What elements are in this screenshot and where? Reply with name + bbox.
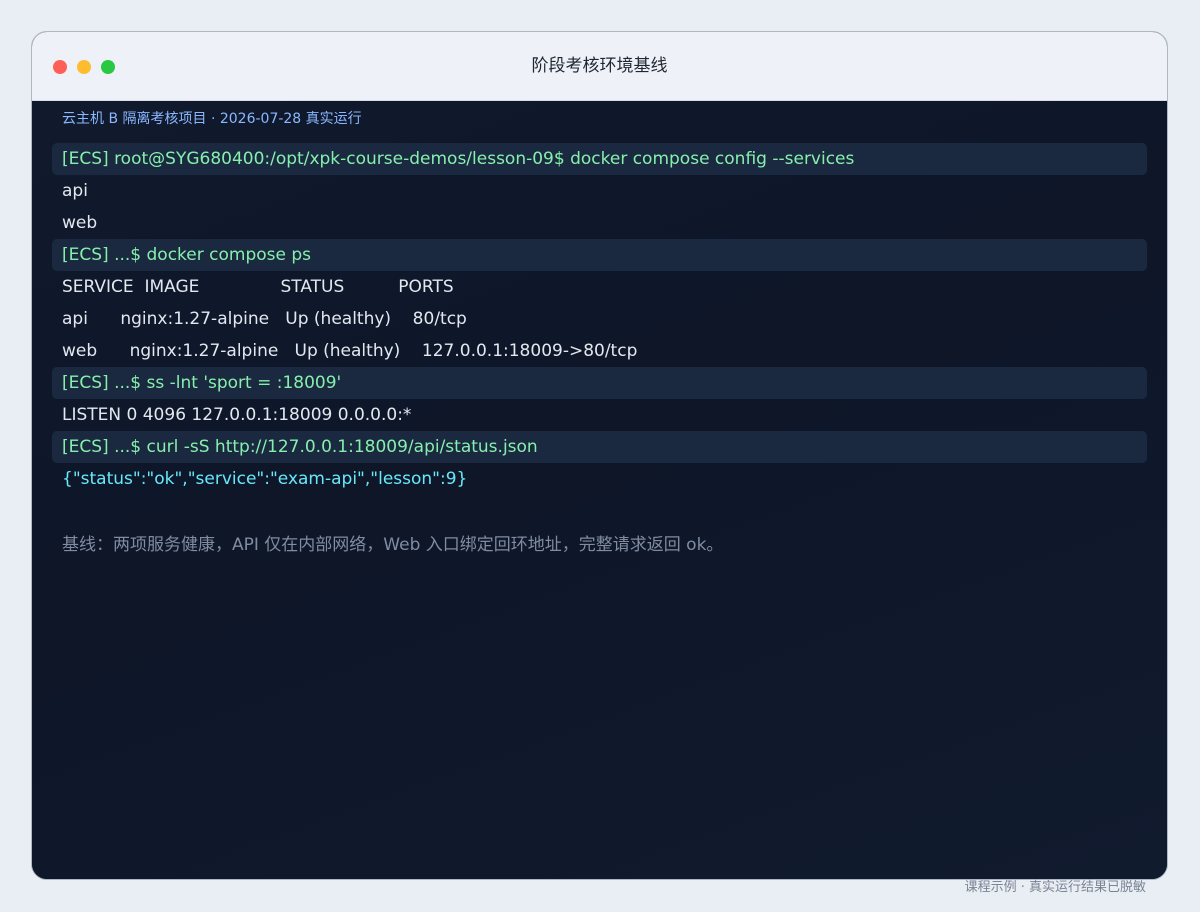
command-line: [ECS] ...$ ss -lnt 'sport = :18009': [52, 367, 1147, 399]
output-line: web: [62, 213, 98, 233]
terminal-window: 阶段考核环境基线 云主机 B 隔离考核项目 · 2026-07-28 真实运行 …: [31, 31, 1168, 880]
command-line: [ECS] ...$ docker compose ps: [52, 239, 1147, 271]
window-title: 阶段考核环境基线: [531, 56, 668, 76]
terminal-output: [ECS] root@SYG680400:/opt/xpk-course-dem…: [52, 143, 1147, 495]
output-line: SERVICE IMAGE STATUS PORTS: [62, 277, 454, 297]
terminal-body[interactable]: 云主机 B 隔离考核项目 · 2026-07-28 真实运行 [ECS] roo…: [32, 101, 1167, 879]
title-bar: 阶段考核环境基线: [32, 32, 1167, 101]
footer-note: 课程示例 · 真实运行结果已脱敏: [964, 880, 1146, 895]
session-caption: 云主机 B 隔离考核项目 · 2026-07-28 真实运行: [62, 111, 362, 127]
command-line: [ECS] ...$ curl -sS http://127.0.0.1:180…: [52, 431, 1147, 463]
baseline-note: 基线：两项服务健康，API 仅在内部网络，Web 入口绑定回环地址，完整请求返回…: [62, 535, 724, 555]
command-line: [ECS] root@SYG680400:/opt/xpk-course-dem…: [52, 143, 1147, 175]
output-line: api: [62, 181, 88, 201]
json-output-line: {"status":"ok","service":"exam-api","les…: [62, 469, 468, 489]
output-line: web nginx:1.27-alpine Up (healthy) 127.0…: [62, 341, 638, 361]
output-line: LISTEN 0 4096 127.0.0.1:18009 0.0.0.0:*: [62, 405, 412, 425]
output-line: api nginx:1.27-alpine Up (healthy) 80/tc…: [62, 309, 467, 329]
